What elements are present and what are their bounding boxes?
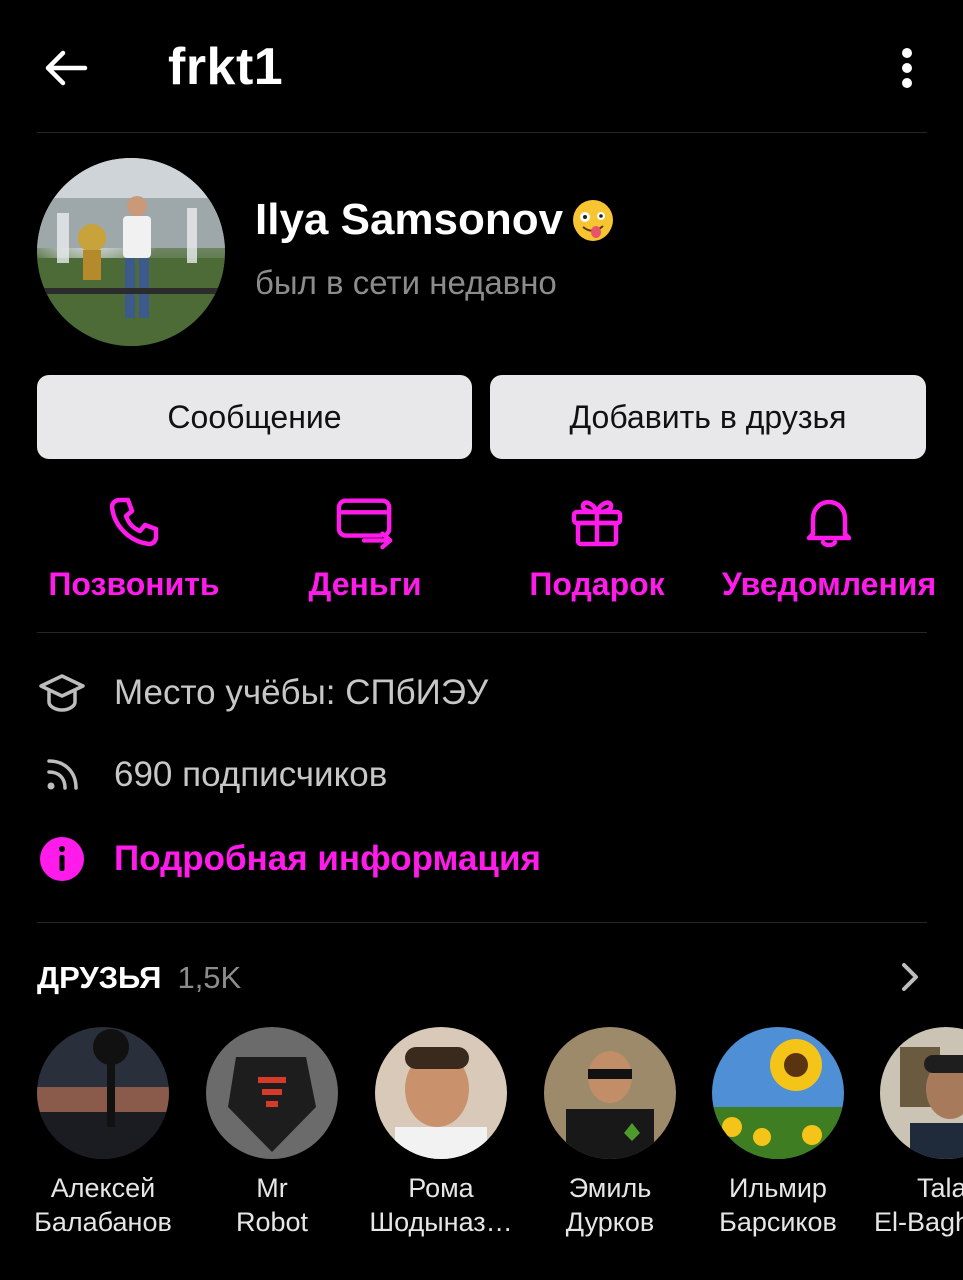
friends-header[interactable]: ДРУЗЬЯ 1,5K xyxy=(37,958,241,998)
header-divider xyxy=(37,132,927,133)
details-link[interactable]: Подробная информация xyxy=(114,837,541,881)
followers-text: 690 подписчиков xyxy=(114,755,388,794)
zany-face-emoji-icon xyxy=(573,200,614,241)
friend-last-name: Дурков xyxy=(565,1207,655,1237)
info-icon xyxy=(37,834,87,884)
friend-avatar xyxy=(37,1027,169,1159)
info-divider xyxy=(37,922,927,923)
page-title: frkt1 xyxy=(168,38,284,96)
friend-item[interactable]: Эмиль Дурков xyxy=(525,1027,695,1239)
friend-first-name: Эмиль xyxy=(568,1173,652,1203)
education-row: Место учёбы: СПбИЭУ xyxy=(37,668,488,718)
friend-first-name: Ильмир xyxy=(729,1173,827,1203)
bell-icon xyxy=(799,492,859,552)
friends-count: 1,5K xyxy=(177,960,242,995)
friend-first-name: Рома xyxy=(408,1173,474,1203)
actions-divider xyxy=(37,632,927,633)
back-button[interactable] xyxy=(30,38,100,98)
friends-more-button[interactable] xyxy=(890,955,930,999)
profile-name: Ilya Samsonov xyxy=(255,195,564,244)
friend-item[interactable]: Mr Robot xyxy=(187,1027,357,1239)
friend-avatar xyxy=(880,1027,963,1159)
friend-item[interactable]: Tala El-Bagh xyxy=(862,1027,963,1239)
friend-last-name: Шодыназ… xyxy=(369,1207,513,1237)
arrow-left-icon xyxy=(45,50,88,86)
money-label: Деньги xyxy=(308,566,422,602)
friend-last-name: Барсиков xyxy=(719,1207,837,1237)
friend-avatar xyxy=(712,1027,844,1159)
friend-last-name: Robot xyxy=(235,1207,309,1237)
profile-avatar[interactable] xyxy=(37,158,225,346)
call-action[interactable]: Позвонить xyxy=(19,492,249,612)
details-row[interactable]: Подробная информация xyxy=(37,834,541,884)
friend-avatar xyxy=(206,1027,338,1159)
more-options-button[interactable] xyxy=(882,38,932,98)
money-transfer-icon xyxy=(335,492,395,552)
friend-first-name: Tala xyxy=(917,1173,963,1203)
notifications-action[interactable]: Уведомления xyxy=(714,492,944,612)
add-friend-button[interactable]: Добавить в друзья xyxy=(490,375,926,459)
friend-last-name: El-Bagh xyxy=(874,1207,963,1237)
graduation-cap-icon xyxy=(37,668,87,718)
call-label: Позвонить xyxy=(48,566,220,602)
more-vertical-icon xyxy=(902,48,912,88)
gift-action[interactable]: Подарок xyxy=(482,492,712,612)
followers-row[interactable]: 690 подписчиков xyxy=(37,750,387,800)
profile-name-row: Ilya Samsonov xyxy=(255,192,614,248)
chevron-right-icon xyxy=(902,963,918,991)
phone-icon xyxy=(104,492,164,552)
friend-last-name: Балабанов xyxy=(34,1207,172,1237)
avatar-photo xyxy=(37,158,225,346)
gift-icon xyxy=(567,492,627,552)
friends-title: ДРУЗЬЯ xyxy=(37,960,162,995)
friend-item[interactable]: Алексей Балабанов xyxy=(18,1027,188,1239)
notifications-label: Уведомления xyxy=(721,566,937,602)
friend-first-name: Mr xyxy=(256,1173,288,1203)
profile-status: был в сети недавно xyxy=(255,264,557,301)
friend-avatar xyxy=(375,1027,507,1159)
message-button[interactable]: Сообщение xyxy=(37,375,472,459)
rss-icon xyxy=(37,750,87,800)
friend-item[interactable]: Ильмир Барсиков xyxy=(693,1027,863,1239)
money-action[interactable]: Деньги xyxy=(250,492,480,612)
education-text: Место учёбы: СПбИЭУ xyxy=(114,673,489,712)
friend-item[interactable]: Рома Шодыназ… xyxy=(356,1027,526,1239)
gift-label: Подарок xyxy=(529,566,665,602)
friend-first-name: Алексей xyxy=(50,1173,156,1203)
friend-avatar xyxy=(544,1027,676,1159)
